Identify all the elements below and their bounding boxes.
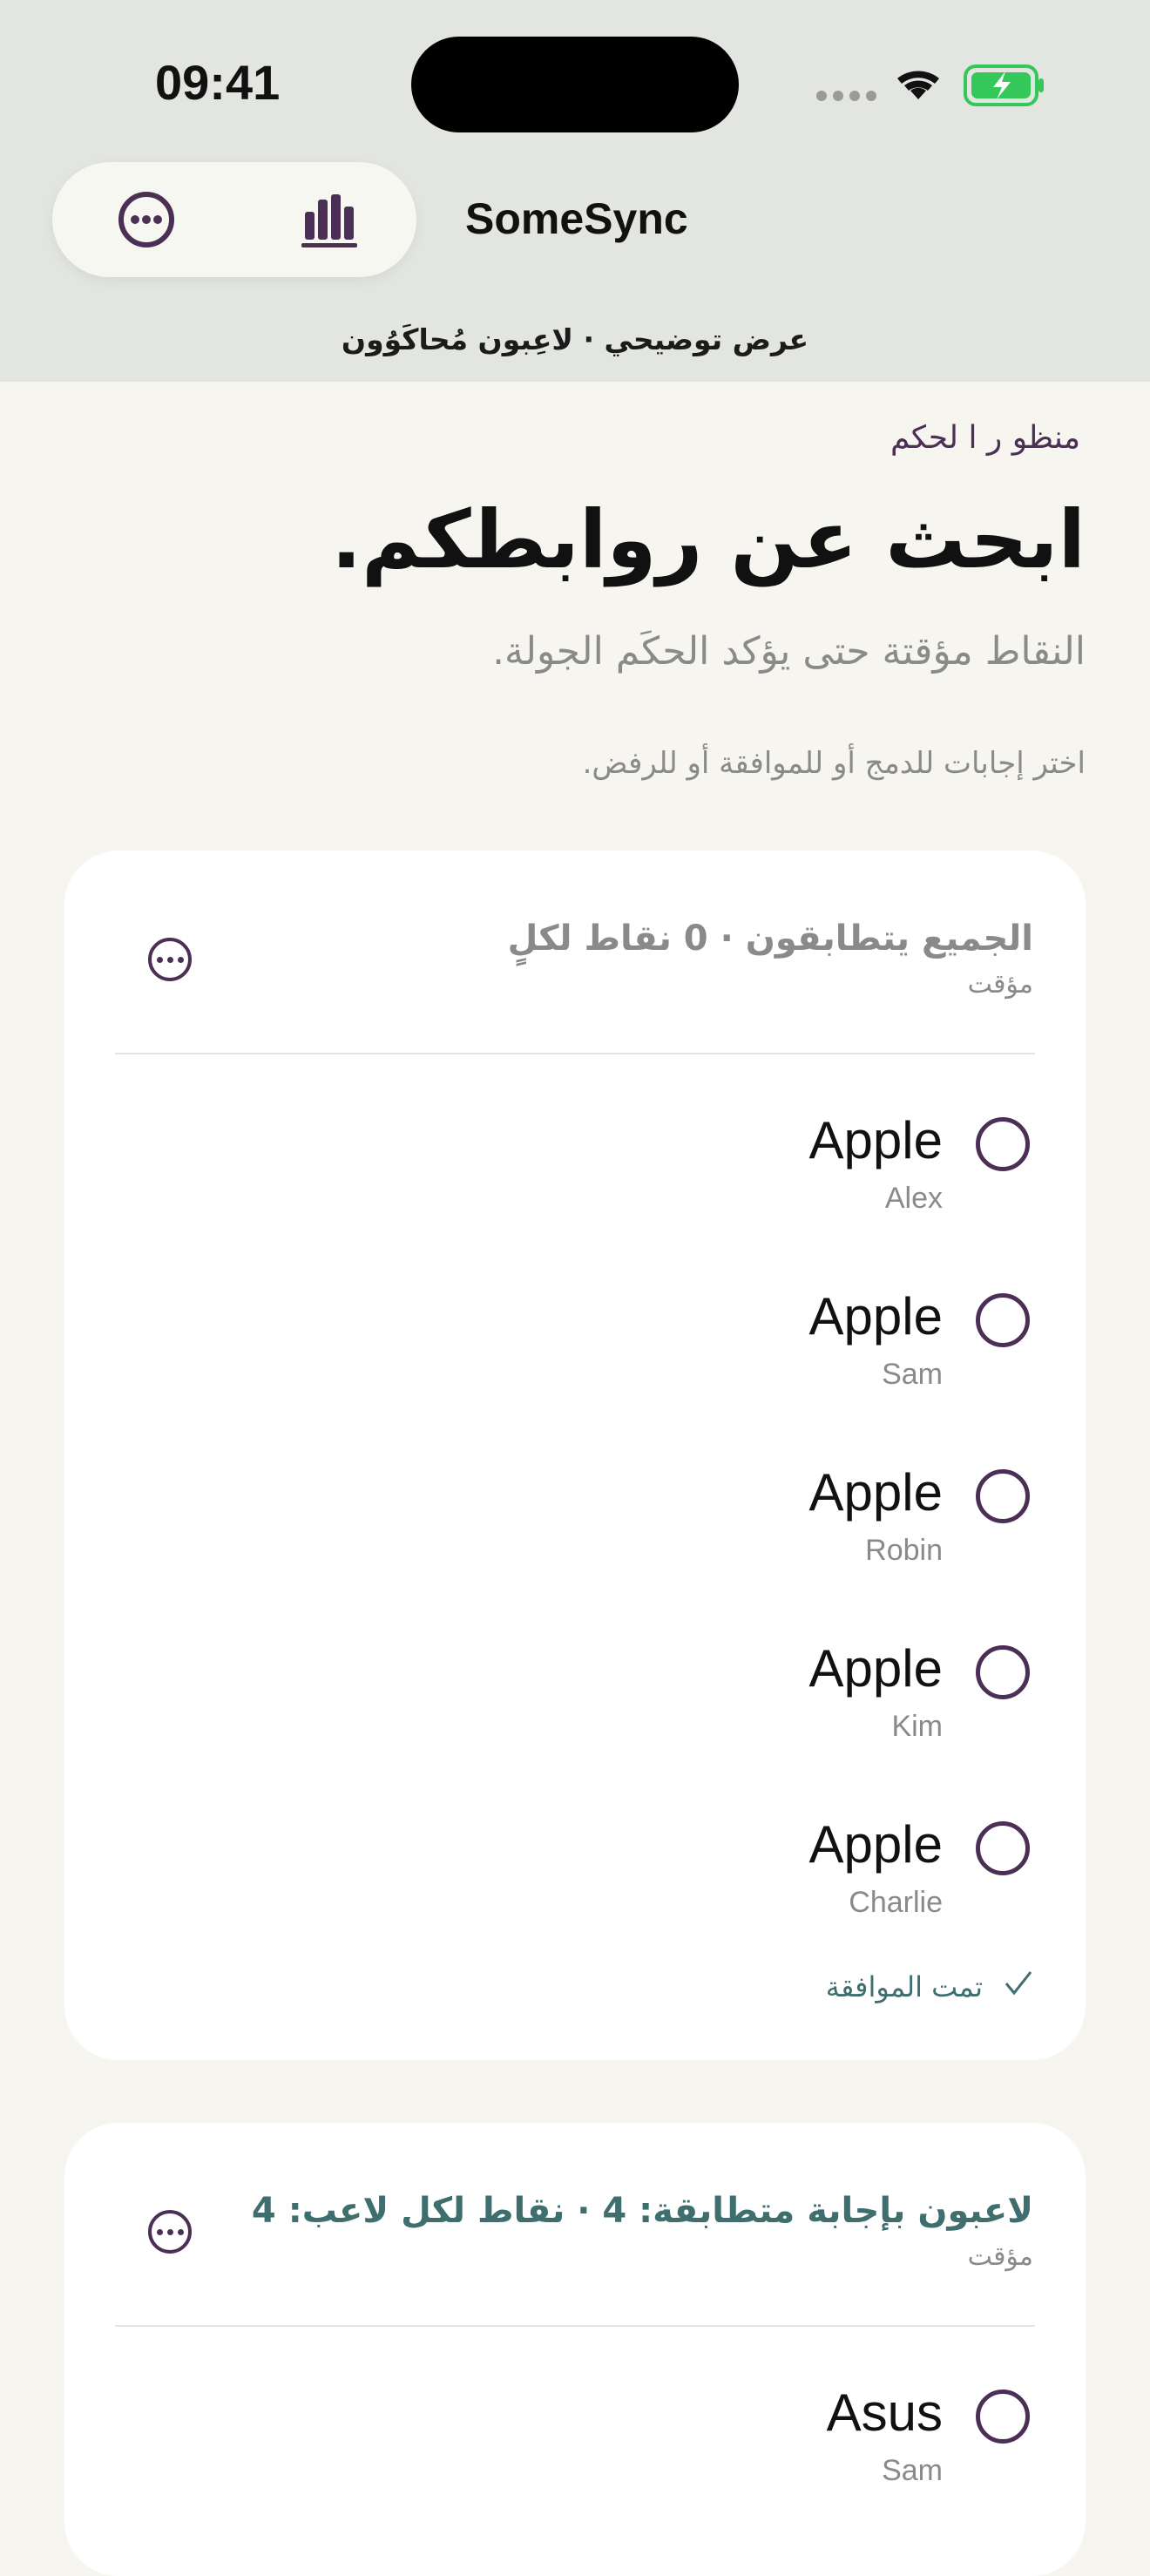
answer-row[interactable]: Apple Robin (64, 1462, 1086, 1638)
answer-row[interactable]: Apple Sam (64, 1286, 1086, 1462)
page-lead: النقاط مؤقتة حتى يؤكد الحكَم الجولة. (492, 629, 1086, 674)
more-options-button[interactable] (110, 183, 183, 256)
status-icons (814, 61, 1049, 110)
answer-row[interactable]: Apple Alex (64, 1110, 1086, 1286)
demo-subtitle: عرض توضيحي · لاعِبون مُحاكَوُون (341, 322, 809, 356)
answer-group-card: الجميع يتطابقون · 0 نقاط لكلٍ مؤقت Apple… (64, 851, 1086, 2060)
answer-player: Sam (882, 2454, 943, 2487)
answer-text: Apple (808, 1639, 943, 1698)
answer-player: Sam (882, 1358, 943, 1391)
battery-icon (964, 64, 1044, 106)
approved-status: تمت الموافقة (826, 1969, 1033, 2004)
top-header: 09:41 SomeSync عرض توضيحي · لاعِبون مُحا… (0, 0, 1150, 382)
stats-button[interactable] (294, 183, 368, 256)
answer-row[interactable]: Apple Charlie (64, 1814, 1086, 1990)
wifi-icon (897, 71, 939, 99)
select-radio[interactable] (976, 2390, 1030, 2444)
select-radio[interactable] (976, 1293, 1030, 1347)
answer-player: Alex (884, 1182, 943, 1215)
select-radio[interactable] (976, 1645, 1030, 1699)
group-more-button[interactable] (148, 938, 192, 981)
approved-label: تمت الموافقة (825, 1970, 983, 2003)
answer-player: Robin (865, 1534, 943, 1567)
checkmark-icon (1004, 1969, 1033, 2004)
answer-text: Apple (808, 1815, 943, 1874)
page-title: ابحث عن روابطكم. (331, 493, 1086, 586)
answer-text: Asus (826, 2383, 943, 2442)
cellular-signal-icon (816, 91, 876, 101)
group-title: الجميع يتطابقون · 0 نقاط لكلٍ (507, 919, 1033, 959)
select-radio[interactable] (976, 1821, 1030, 1875)
answer-player: Charlie (849, 1886, 943, 1919)
divider (115, 2325, 1035, 2327)
group-header: لاعبون بإجابة متطابقة: 4 · نقاط لكل لاعب… (64, 2123, 1086, 2325)
group-status-meta: مؤقت (967, 2241, 1033, 2272)
toolbar-pill (52, 162, 416, 277)
status-time: 09:41 (155, 55, 281, 110)
group-status-meta: مؤقت (967, 969, 1033, 1000)
group-header: الجميع يتطابقون · 0 نقاط لكلٍ مؤقت (64, 851, 1086, 1053)
dynamic-island (411, 37, 739, 132)
answer-row[interactable]: Apple Kim (64, 1638, 1086, 1814)
select-radio[interactable] (976, 1469, 1030, 1523)
select-radio[interactable] (976, 1117, 1030, 1171)
bar-chart-icon (301, 194, 357, 247)
section-label: منظو ر ا لحكم (890, 420, 1080, 456)
divider (115, 1053, 1035, 1054)
group-title: لاعبون بإجابة متطابقة: 4 · نقاط لكل لاعب… (251, 2191, 1033, 2231)
answer-text: Apple (808, 1463, 943, 1522)
answer-text: Apple (808, 1111, 943, 1169)
answer-player: Kim (891, 1710, 943, 1743)
answer-text: Apple (808, 1287, 943, 1346)
ellipsis-circle-icon (118, 192, 174, 247)
page-instruction: اختر إجابات للدمج أو للموافقة أو للرفض. (582, 746, 1086, 781)
answer-row[interactable]: Asus Sam (64, 2383, 1086, 2559)
app-title: SomeSync (465, 194, 688, 243)
group-more-button[interactable] (148, 2210, 192, 2254)
answer-group-card: لاعبون بإجابة متطابقة: 4 · نقاط لكل لاعب… (64, 2123, 1086, 2576)
